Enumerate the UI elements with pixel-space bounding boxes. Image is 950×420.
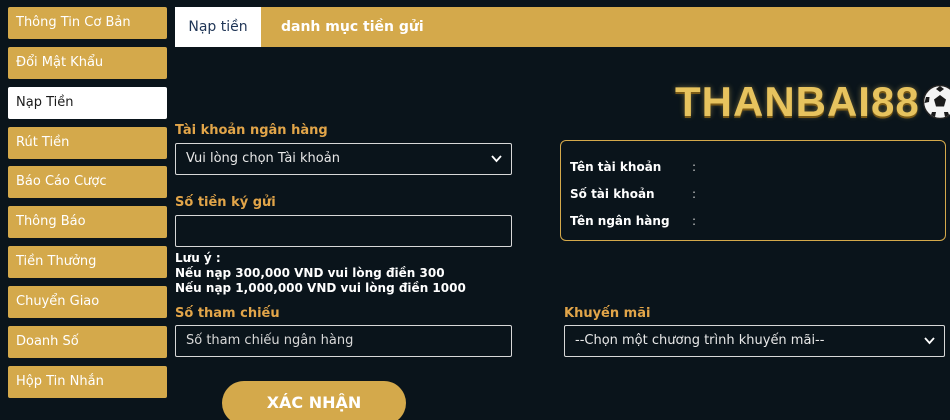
sidebar-item-deposit[interactable]: Nạp Tiền — [8, 86, 167, 119]
promotion-select[interactable]: --Chọn một chương trình khuyến mãi-- — [564, 325, 945, 357]
reference-input[interactable]: Số tham chiếu ngân hàng — [175, 325, 512, 357]
bank-account-select[interactable]: Vui lòng chọn Tài khoản — [175, 143, 512, 175]
sidebar-item-bonus[interactable]: Tiền Thưởng — [8, 246, 167, 279]
account-number-separator: : — [692, 187, 697, 201]
submit-button[interactable]: XÁC NHẬN — [222, 381, 406, 420]
reference-placeholder: Số tham chiếu ngân hàng — [186, 333, 354, 348]
reference-label: Số tham chiếu — [175, 306, 280, 321]
brand-logo: THANBAI88 — [675, 72, 950, 132]
logo-text: THANBAI88 — [675, 78, 920, 125]
chevron-down-icon — [924, 337, 935, 345]
amount-label: Số tiền ký gửi — [175, 195, 276, 210]
account-name-label: Tên tài khoản — [570, 160, 662, 174]
promotion-label: Khuyến mãi — [564, 306, 651, 321]
tab-deposit-category[interactable]: danh mục tiền gửi — [281, 7, 424, 47]
tab-bar: Nạp tiền danh mục tiền gửi — [175, 7, 950, 47]
tab-deposit[interactable]: Nạp tiền — [175, 7, 261, 47]
sidebar-item-withdraw[interactable]: Rút Tiền — [8, 126, 167, 159]
sidebar-item-turnover[interactable]: Doanh Số — [8, 325, 167, 358]
soccer-ball-icon — [922, 84, 950, 120]
deposit-note: Lưu ý : Nếu nạp 300,000 VND vui lòng điề… — [175, 251, 466, 296]
sidebar-item-basic-info[interactable]: Thông Tin Cơ Bản — [8, 7, 167, 39]
sidebar-item-bet-report[interactable]: Báo Cáo Cược — [8, 166, 167, 199]
note-line-2: Nếu nạp 1,000,000 VND vui lòng điền 1000 — [175, 281, 466, 295]
account-info-box: Tên tài khoản : Số tài khoản : Tên ngân … — [560, 140, 946, 241]
bank-account-label: Tài khoản ngân hàng — [175, 123, 328, 138]
sidebar-item-notifications[interactable]: Thông Báo — [8, 206, 167, 239]
sidebar-item-inbox[interactable]: Hộp Tin Nhắn — [8, 365, 167, 398]
sidebar: Thông Tin Cơ Bản Đổi Mật Khẩu Nạp Tiền R… — [8, 7, 167, 405]
sidebar-item-change-password[interactable]: Đổi Mật Khẩu — [8, 46, 167, 79]
chevron-down-icon — [491, 155, 502, 163]
amount-input[interactable] — [175, 215, 512, 247]
bank-name-separator: : — [692, 214, 697, 228]
sidebar-item-transfer[interactable]: Chuyển Giao — [8, 285, 167, 318]
bank-name-label: Tên ngân hàng — [570, 214, 670, 228]
account-name-separator: : — [692, 160, 697, 174]
account-number-label: Số tài khoản — [570, 187, 655, 201]
note-title: Lưu ý : — [175, 251, 221, 265]
promotion-value: --Chọn một chương trình khuyến mãi-- — [575, 333, 825, 348]
note-line-1: Nếu nạp 300,000 VND vui lòng điền 300 — [175, 266, 445, 280]
bank-account-value: Vui lòng chọn Tài khoản — [186, 151, 340, 166]
